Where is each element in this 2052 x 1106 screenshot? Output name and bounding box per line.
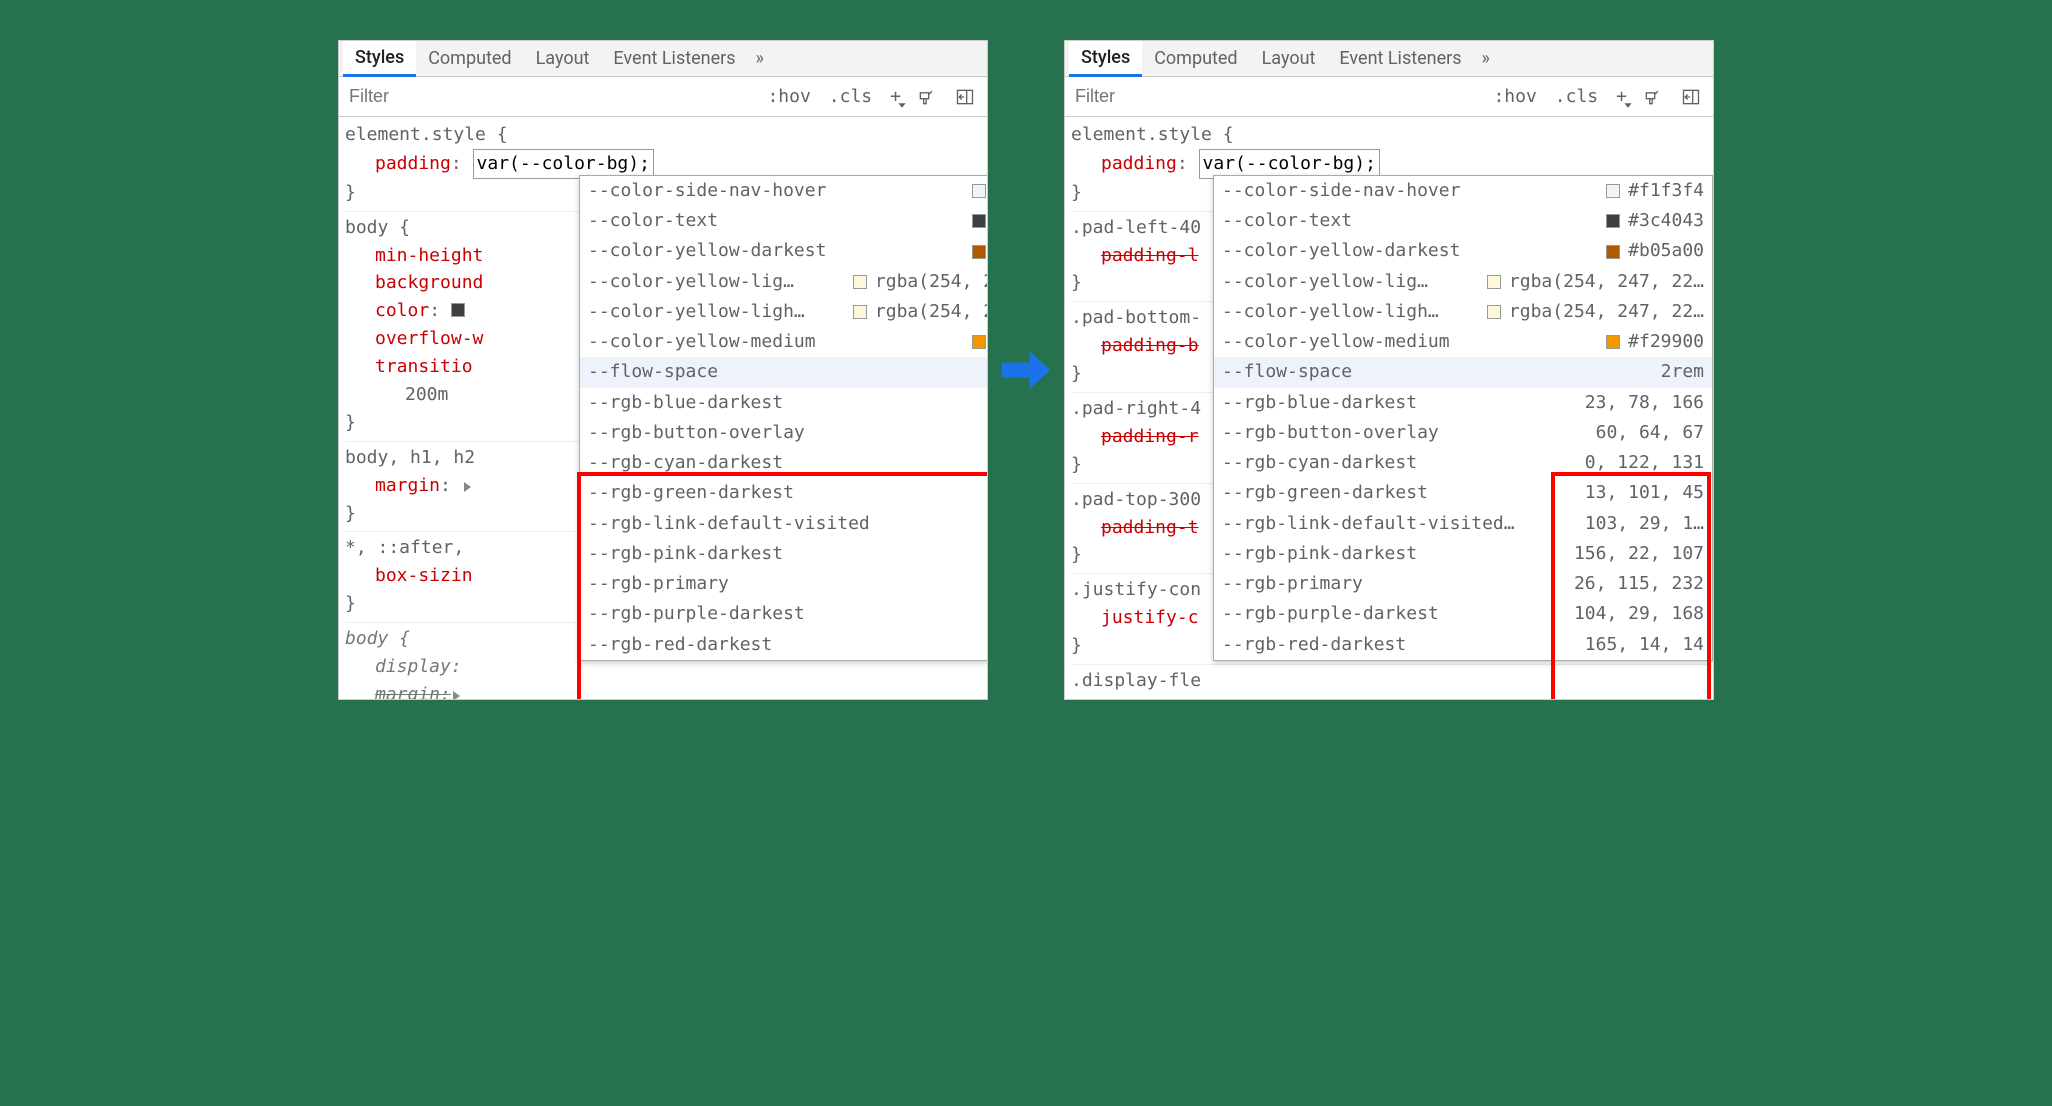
- styles-filter-input[interactable]: [339, 80, 755, 113]
- prop-justify-content[interactable]: justify-c: [1101, 607, 1199, 628]
- selector-justify[interactable]: .justify-con: [1071, 579, 1201, 600]
- brace-close: }: [345, 182, 356, 203]
- styles-toolbar: :hov .cls +: [1065, 77, 1713, 117]
- tab-computed[interactable]: Computed: [416, 42, 523, 75]
- prop-min-height[interactable]: min-height: [375, 245, 483, 266]
- autocomplete-item[interactable]: --rgb-primary26, 115, 232: [1214, 569, 1712, 599]
- selector-pad-left[interactable]: .pad-left-40: [1071, 217, 1201, 238]
- css-var-autocomplete[interactable]: --color-side-nav-hover#f1f3f4--color-tex…: [1213, 175, 1713, 661]
- tab-layout[interactable]: Layout: [524, 42, 602, 75]
- selector-body[interactable]: body {: [345, 217, 410, 238]
- class-toggle[interactable]: .cls: [823, 84, 878, 109]
- property-padding[interactable]: padding: [375, 153, 451, 174]
- autocomplete-item[interactable]: --color-yellow-ligh…rgba(254, 247, 22…: [580, 297, 987, 327]
- class-toggle[interactable]: .cls: [1549, 84, 1604, 109]
- hover-toggle[interactable]: :hov: [1487, 84, 1542, 109]
- tab-layout[interactable]: Layout: [1250, 42, 1328, 75]
- prop-padding-left[interactable]: padding-l: [1101, 245, 1199, 266]
- expand-icon[interactable]: [464, 482, 471, 492]
- prop-padding-right[interactable]: padding-r: [1101, 426, 1199, 447]
- tabs-overflow-icon[interactable]: »: [1474, 42, 1498, 75]
- prop-overflow[interactable]: overflow-w: [375, 328, 483, 349]
- autocomplete-item[interactable]: --color-yellow-lig…rgba(254, 247, 22…: [1214, 267, 1712, 297]
- tab-computed[interactable]: Computed: [1142, 42, 1249, 75]
- autocomplete-item[interactable]: --color-yellow-ligh…rgba(254, 247, 22…: [1214, 297, 1712, 327]
- styles-rules-area: element.style { padding: var(--color-bg)…: [1065, 117, 1713, 699]
- styles-rules-area: element.style { padding: var(--color-bg)…: [339, 117, 987, 699]
- selector-pad-right[interactable]: .pad-right-4: [1071, 398, 1201, 419]
- sidebar-toggle-icon[interactable]: [949, 85, 981, 109]
- devtools-panel-after: Styles Computed Layout Event Listeners »…: [1064, 40, 1714, 700]
- css-var-autocomplete[interactable]: --color-side-nav-hover#f1f3f4--color-tex…: [579, 175, 987, 661]
- autocomplete-item[interactable]: --rgb-blue-darkest: [580, 388, 987, 418]
- autocomplete-item[interactable]: --rgb-blue-darkest23, 78, 166: [1214, 388, 1712, 418]
- paint-flash-icon[interactable]: [911, 85, 943, 109]
- autocomplete-item[interactable]: --rgb-button-overlay: [580, 418, 987, 448]
- autocomplete-item[interactable]: --color-yellow-lig…rgba(254, 247, 22…: [580, 267, 987, 297]
- new-rule-button[interactable]: +: [1610, 84, 1631, 109]
- prop-margin[interactable]: margin: [375, 475, 440, 496]
- tab-styles[interactable]: Styles: [343, 41, 416, 77]
- property-padding[interactable]: padding: [1101, 153, 1177, 174]
- autocomplete-item[interactable]: --color-text#3c4043: [1214, 206, 1712, 236]
- selector-pad-bottom[interactable]: .pad-bottom-: [1071, 307, 1201, 328]
- autocomplete-item[interactable]: --rgb-red-darkest165, 14, 14: [1214, 630, 1712, 660]
- autocomplete-item[interactable]: --rgb-cyan-darkest: [580, 448, 987, 478]
- autocomplete-item[interactable]: --rgb-button-overlay60, 64, 67: [1214, 418, 1712, 448]
- autocomplete-item[interactable]: --flow-space: [580, 357, 987, 387]
- arrow-icon: [998, 340, 1054, 400]
- styles-filter-input[interactable]: [1065, 80, 1481, 113]
- autocomplete-item[interactable]: --rgb-pink-darkest156, 22, 107: [1214, 539, 1712, 569]
- selector-display-flex[interactable]: .display-fle: [1071, 670, 1201, 691]
- autocomplete-item[interactable]: --rgb-purple-darkest104, 29, 168: [1214, 599, 1712, 629]
- prop-color[interactable]: color: [375, 300, 429, 321]
- prop-padding-bottom[interactable]: padding-b: [1101, 335, 1199, 356]
- prop-box-sizing[interactable]: box-sizin: [375, 565, 473, 586]
- autocomplete-item[interactable]: --flow-space2rem: [1214, 357, 1712, 387]
- prop-background[interactable]: background: [375, 272, 483, 293]
- autocomplete-item[interactable]: --color-yellow-medium#f29900: [1214, 327, 1712, 357]
- prop-margin-ua[interactable]: margin:: [345, 681, 981, 699]
- new-rule-button[interactable]: +: [884, 84, 905, 109]
- hover-toggle[interactable]: :hov: [761, 84, 816, 109]
- selector-universal[interactable]: *, ::after,: [345, 537, 464, 558]
- autocomplete-item[interactable]: --color-yellow-medium#f29900: [580, 327, 987, 357]
- prop-transition[interactable]: transitio: [375, 356, 473, 377]
- autocomplete-item[interactable]: --color-side-nav-hover#f1f3f4: [580, 176, 987, 206]
- autocomplete-item[interactable]: --rgb-primary: [580, 569, 987, 599]
- styles-tabbar: Styles Computed Layout Event Listeners »: [1065, 41, 1713, 77]
- tab-styles[interactable]: Styles: [1069, 41, 1142, 77]
- autocomplete-item[interactable]: --rgb-link-default-visited: [580, 509, 987, 539]
- selector-body-headings[interactable]: body, h1, h2: [345, 447, 475, 468]
- styles-toolbar: :hov .cls +: [339, 77, 987, 117]
- tab-event-listeners[interactable]: Event Listeners: [601, 42, 747, 75]
- prop-padding-top[interactable]: padding-t: [1101, 517, 1199, 538]
- autocomplete-item[interactable]: --rgb-link-default-visited…103, 29, 1…: [1214, 509, 1712, 539]
- autocomplete-item[interactable]: --rgb-pink-darkest: [580, 539, 987, 569]
- selector-body-ua[interactable]: body {: [345, 628, 410, 649]
- element-style-selector: element.style {: [345, 124, 508, 145]
- tab-event-listeners[interactable]: Event Listeners: [1327, 42, 1473, 75]
- sidebar-toggle-icon[interactable]: [1675, 85, 1707, 109]
- autocomplete-item[interactable]: --rgb-cyan-darkest0, 122, 131: [1214, 448, 1712, 478]
- selector-pad-top[interactable]: .pad-top-300: [1071, 489, 1201, 510]
- devtools-panel-before: Styles Computed Layout Event Listeners »…: [338, 40, 988, 700]
- tabs-overflow-icon[interactable]: »: [748, 42, 772, 75]
- autocomplete-item[interactable]: --rgb-green-darkest13, 101, 45: [1214, 478, 1712, 508]
- styles-tabbar: Styles Computed Layout Event Listeners »: [339, 41, 987, 77]
- autocomplete-item[interactable]: --rgb-red-darkest: [580, 630, 987, 660]
- autocomplete-item[interactable]: --color-text#3c4043: [580, 206, 987, 236]
- autocomplete-item[interactable]: --color-yellow-darkest#b05a00: [1214, 236, 1712, 266]
- autocomplete-item[interactable]: --rgb-green-darkest: [580, 478, 987, 508]
- transition-tail: 200m: [405, 384, 448, 405]
- paint-flash-icon[interactable]: [1637, 85, 1669, 109]
- autocomplete-item[interactable]: --color-side-nav-hover#f1f3f4: [1214, 176, 1712, 206]
- autocomplete-item[interactable]: --color-yellow-darkest#b05a00: [580, 236, 987, 266]
- autocomplete-item[interactable]: --rgb-purple-darkest: [580, 599, 987, 629]
